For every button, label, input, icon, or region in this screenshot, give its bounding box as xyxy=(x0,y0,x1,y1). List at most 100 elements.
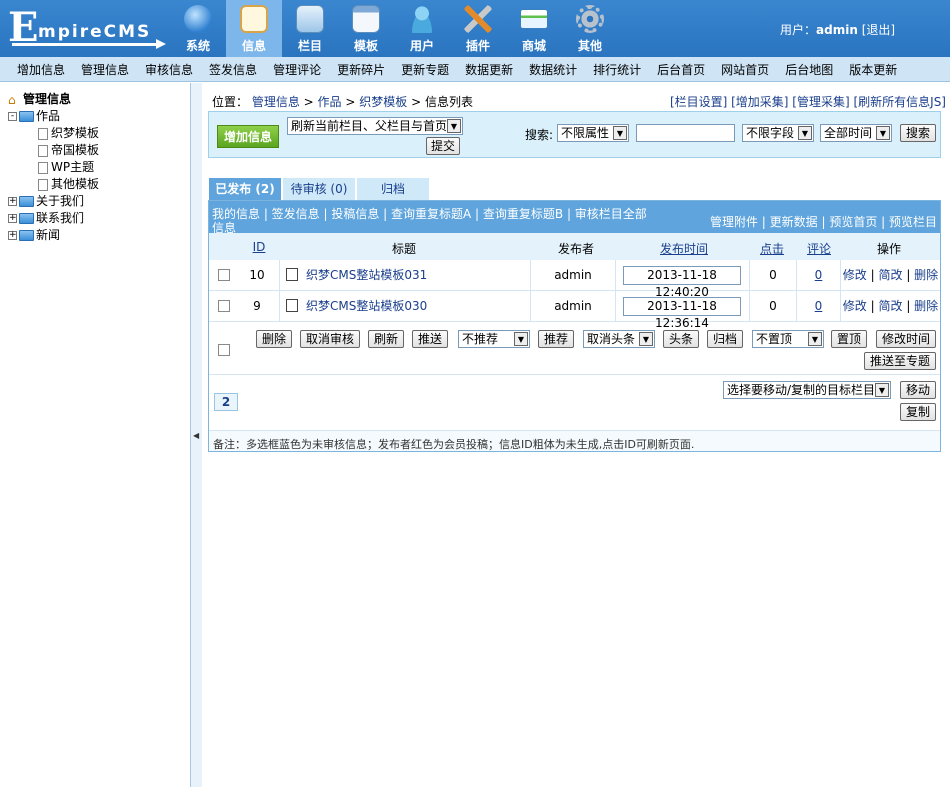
panel-left-links[interactable]: 我的信息 | 签发信息 | 投稿信息 | 查询重复标题A | 查询重复标题B |… xyxy=(212,207,652,235)
edit-link[interactable]: 修改 xyxy=(843,299,867,313)
row-id[interactable]: 10 xyxy=(237,260,277,291)
breadcrumb-works[interactable]: 作品 xyxy=(318,95,342,109)
tree-item-wp[interactable]: WP主题 xyxy=(8,159,190,176)
menu-data-update[interactable]: 数据更新 xyxy=(465,61,513,78)
tree-label: 关于我们 xyxy=(36,194,85,208)
row-comments[interactable]: 0 xyxy=(797,291,841,322)
menu-manage-info[interactable]: 管理信息 xyxy=(81,61,129,78)
tree-item-dede[interactable]: 织梦模板 xyxy=(8,125,190,142)
collapse-icon[interactable]: - xyxy=(8,112,17,121)
tree-item-other-tpl[interactable]: 其他模板 xyxy=(8,176,190,193)
nav-shop[interactable]: 商城 xyxy=(506,0,562,57)
menu-add-info[interactable]: 增加信息 xyxy=(17,61,65,78)
expand-icon[interactable]: + xyxy=(8,214,17,223)
refresh-select[interactable]: 刷新当前栏目、父栏目与首页 ▼ xyxy=(287,117,463,135)
select-all-checkbox[interactable] xyxy=(218,344,230,356)
panel-right-links[interactable]: 管理附件 | 更新数据 | 预览首页 | 预览栏目 xyxy=(710,213,937,230)
top-links[interactable]: [栏目设置] [增加采集] [管理采集] [刷新所有信息JS] xyxy=(670,93,946,110)
menu-update-fragments[interactable]: 更新碎片 xyxy=(337,61,385,78)
batch-delete-button[interactable]: 删除 xyxy=(256,330,292,348)
search-button[interactable]: 搜索 xyxy=(900,124,936,142)
tree-item-empire[interactable]: 帝国模板 xyxy=(8,142,190,159)
sidebar-splitter[interactable]: ◀ xyxy=(190,83,202,787)
menu-site-home[interactable]: 网站首页 xyxy=(721,61,769,78)
move-button[interactable]: 移动 xyxy=(900,381,936,399)
menu-manage-comments[interactable]: 管理评论 xyxy=(273,61,321,78)
nav-user[interactable]: 用户 xyxy=(394,0,450,57)
menu-rank-stats[interactable]: 排行统计 xyxy=(593,61,641,78)
empirecms-logo[interactable]: E mpireCMS xyxy=(8,8,168,52)
nav-column[interactable]: 栏目 xyxy=(282,0,338,57)
add-info-button[interactable]: 增加信息 xyxy=(217,125,279,148)
menu-admin-home[interactable]: 后台首页 xyxy=(657,61,705,78)
headline-select[interactable]: 取消头条 ▼ xyxy=(583,330,655,348)
push-topic-button[interactable]: 推送至专题 xyxy=(864,352,936,370)
expand-icon[interactable]: + xyxy=(8,231,17,240)
dropdown-icon: ▼ xyxy=(447,119,461,133)
row-checkbox[interactable] xyxy=(218,300,230,312)
recommend-select[interactable]: 不推荐 ▼ xyxy=(458,330,530,348)
nav-plugin[interactable]: 插件 xyxy=(450,0,506,57)
row-time-input[interactable]: 2013-11-18 12:36:14 xyxy=(623,297,741,330)
attribute-select[interactable]: 不限属性 ▼ xyxy=(557,124,629,142)
nav-template[interactable]: 模板 xyxy=(338,0,394,57)
logout-link[interactable]: [退出] xyxy=(862,23,895,37)
menu-update-topics[interactable]: 更新专题 xyxy=(401,61,449,78)
breadcrumb-manage-info[interactable]: 管理信息 xyxy=(252,95,300,109)
target-column-select[interactable]: 选择要移动/复制的目标栏目 ▼ xyxy=(723,381,891,399)
nav-info[interactable]: 信息 xyxy=(226,0,282,57)
top-button[interactable]: 置顶 xyxy=(831,330,867,348)
menu-admin-map[interactable]: 后台地图 xyxy=(785,61,833,78)
dropdown-icon: ▼ xyxy=(876,126,890,140)
menu-sign-info[interactable]: 签发信息 xyxy=(209,61,257,78)
collapse-arrow-icon[interactable]: ◀ xyxy=(193,431,199,440)
recommend-button[interactable]: 推荐 xyxy=(538,330,574,348)
refresh-button[interactable]: 刷新 xyxy=(368,330,404,348)
tree-item-about[interactable]: + 关于我们 xyxy=(8,193,190,210)
tree-item-contact[interactable]: + 联系我们 xyxy=(8,210,190,227)
row-title-link[interactable]: 织梦CMS整站模板031 xyxy=(306,268,427,282)
delete-link[interactable]: 删除 xyxy=(914,268,938,282)
menu-version-update[interactable]: 版本更新 xyxy=(849,61,897,78)
row-id[interactable]: 9 xyxy=(237,291,277,322)
push-button[interactable]: 推送 xyxy=(412,330,448,348)
th-id[interactable]: ID xyxy=(249,240,269,254)
tree-item-works[interactable]: - 作品 xyxy=(8,108,190,125)
top-select[interactable]: 不置顶 ▼ xyxy=(752,330,824,348)
tab-published[interactable]: 已发布 (2) xyxy=(209,178,281,200)
copy-button[interactable]: 复制 xyxy=(900,403,936,421)
nav-system[interactable]: 系统 xyxy=(170,0,226,57)
tab-pending[interactable]: 待审核 (0) xyxy=(283,178,355,200)
row-comments[interactable]: 0 xyxy=(797,260,841,291)
expand-icon[interactable]: + xyxy=(8,197,17,206)
time-select[interactable]: 全部时间 ▼ xyxy=(820,124,892,142)
menu-data-stats[interactable]: 数据统计 xyxy=(529,61,577,78)
simple-edit-link[interactable]: 简改 xyxy=(878,299,902,313)
row-comments-link[interactable]: 0 xyxy=(815,268,823,282)
nav-other[interactable]: 其他 xyxy=(562,0,618,57)
modify-time-button[interactable]: 修改时间 xyxy=(876,330,936,348)
row-time-input[interactable]: 2013-11-18 12:40:20 xyxy=(623,266,741,299)
headline-button[interactable]: 头条 xyxy=(663,330,699,348)
field-select[interactable]: 不限字段 ▼ xyxy=(742,124,814,142)
page-number[interactable]: 2 xyxy=(214,393,238,411)
delete-link[interactable]: 删除 xyxy=(914,299,938,313)
th-hits[interactable]: 点击 xyxy=(754,240,790,257)
th-time[interactable]: 发布时间 xyxy=(649,240,719,257)
menu-audit-info[interactable]: 审核信息 xyxy=(145,61,193,78)
tree-root[interactable]: ⌂ 管理信息 xyxy=(8,91,190,108)
row-title-link[interactable]: 织梦CMS整站模板030 xyxy=(306,299,427,313)
tab-archive[interactable]: 归档 xyxy=(357,178,429,200)
submit-button[interactable]: 提交 xyxy=(426,137,460,155)
archive-button[interactable]: 归档 xyxy=(707,330,743,348)
search-input[interactable] xyxy=(636,124,735,142)
row-comments-link[interactable]: 0 xyxy=(815,299,823,313)
breadcrumb-dede[interactable]: 织梦模板 xyxy=(359,95,407,109)
edit-link[interactable]: 修改 xyxy=(843,268,867,282)
cancel-audit-button[interactable]: 取消审核 xyxy=(300,330,360,348)
recommend-select-value: 不推荐 xyxy=(462,332,499,346)
row-checkbox[interactable] xyxy=(218,269,230,281)
tree-item-news[interactable]: + 新闻 xyxy=(8,227,190,244)
simple-edit-link[interactable]: 简改 xyxy=(878,268,902,282)
th-comments[interactable]: 评论 xyxy=(801,240,837,257)
